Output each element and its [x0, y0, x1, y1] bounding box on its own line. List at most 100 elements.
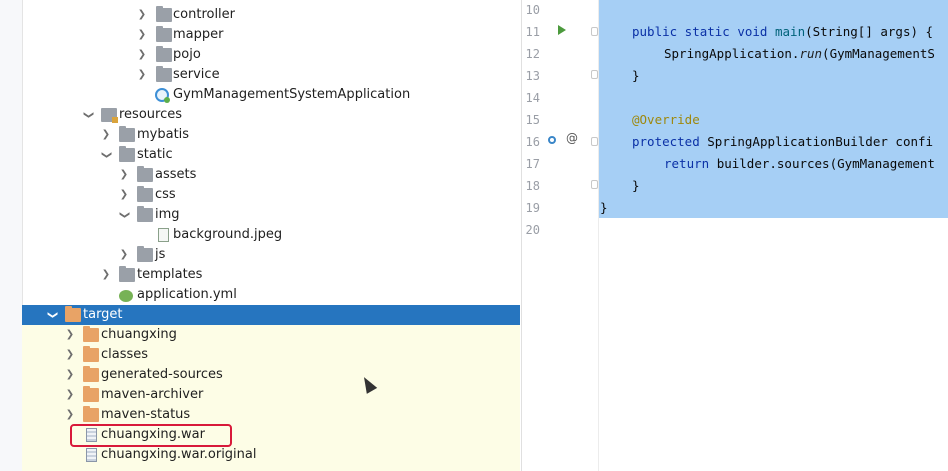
tree-item-chuangxing[interactable]: ❯ chuangxing: [22, 325, 520, 345]
folder-icon: [137, 166, 153, 182]
tree-item-maven-archiver[interactable]: ❯ maven-archiver: [22, 385, 520, 405]
code-line-19: }: [600, 200, 608, 215]
tree-item-label: js: [155, 247, 166, 262]
tree-item-maven-status[interactable]: ❯ maven-status: [22, 405, 520, 425]
annotation-icon[interactable]: @: [566, 131, 578, 145]
tree-item-service[interactable]: ❯ service: [22, 65, 520, 85]
tree-item-label: resources: [119, 107, 183, 122]
code-line-15: @Override: [632, 112, 700, 127]
line-number: 14: [525, 91, 540, 105]
tree-item-generated-sources[interactable]: ❯ generated-sources: [22, 365, 520, 385]
tree-item-img[interactable]: ❯ img: [22, 205, 520, 225]
chevron-right-icon[interactable]: ❯: [64, 385, 76, 405]
chevron-right-icon[interactable]: ❯: [136, 45, 148, 65]
code-token: (String[] args) {: [805, 24, 934, 39]
folder-icon: [137, 246, 153, 262]
code-token: SpringApplication.: [664, 46, 800, 61]
red-highlight-box: [70, 424, 232, 447]
tree-item-label: mapper: [173, 27, 224, 42]
chevron-right-icon[interactable]: ❯: [118, 185, 130, 205]
chevron-right-icon[interactable]: ❯: [64, 405, 76, 425]
tree-item-mapper[interactable]: ❯ mapper: [22, 25, 520, 45]
line-number: 19: [525, 201, 540, 215]
tree-item-label: target: [83, 307, 123, 322]
code-token: protected: [632, 134, 708, 149]
chevron-down-icon[interactable]: ❯: [42, 309, 62, 321]
code-token: run: [799, 46, 823, 61]
folder-icon: [119, 126, 135, 142]
chevron-right-icon[interactable]: ❯: [64, 365, 76, 385]
folder-icon: [137, 186, 153, 202]
code-token: main: [775, 24, 806, 39]
fold-icon[interactable]: [591, 27, 598, 36]
line-number: 16: [525, 135, 540, 149]
chevron-right-icon[interactable]: ❯: [136, 25, 148, 45]
tree-item-label: templates: [137, 267, 203, 282]
code-line-12: SpringApplication.run(GymManagementS: [664, 43, 935, 65]
chevron-down-icon[interactable]: ❯: [114, 209, 134, 221]
project-tree: ❯ controller ❯ mapper ❯ pojo ❯ service G…: [0, 0, 520, 471]
chevron-right-icon[interactable]: ❯: [64, 325, 76, 345]
folder-icon: [156, 6, 172, 22]
code-line-13: }: [632, 68, 640, 83]
tree-item-label: maven-archiver: [101, 387, 204, 402]
code-token: confi: [895, 134, 934, 149]
archive-file-icon: [86, 448, 97, 462]
tree-item-templates[interactable]: ❯ templates: [22, 265, 520, 285]
resources-folder-icon: [101, 108, 118, 123]
excluded-folder-icon: [83, 386, 99, 402]
image-file-icon: [158, 228, 169, 242]
excluded-folder-icon: [83, 366, 99, 382]
tree-item-application-yml[interactable]: application.yml: [22, 285, 520, 305]
code-token: builder.sources(GymManagement: [716, 156, 935, 171]
spring-class-icon: [155, 88, 170, 103]
folder-icon: [156, 26, 172, 42]
folder-icon: [137, 206, 153, 222]
tree-item-resources[interactable]: ❯ resources: [22, 105, 520, 125]
line-number: 17: [525, 157, 540, 171]
chevron-right-icon[interactable]: ❯: [118, 165, 130, 185]
yaml-file-icon: [119, 290, 133, 302]
tree-item-label: chuangxing.war.original: [101, 447, 257, 462]
chevron-right-icon[interactable]: ❯: [136, 65, 148, 85]
chevron-right-icon[interactable]: ❯: [100, 265, 112, 285]
code-line-17: return builder.sources(GymManagement: [664, 153, 935, 175]
tree-item-label: img: [155, 207, 180, 222]
run-icon[interactable]: [558, 25, 566, 35]
line-number: 12: [525, 47, 540, 61]
tree-item-label: assets: [155, 167, 197, 182]
fold-icon[interactable]: [591, 70, 598, 79]
tree-item-application-class[interactable]: GymManagementSystemApplication: [22, 85, 520, 105]
tree-item-chuangxing-war-original[interactable]: chuangxing.war.original: [22, 445, 520, 465]
fold-icon[interactable]: [591, 180, 598, 189]
tree-item-js[interactable]: ❯ js: [22, 245, 520, 265]
code-editor[interactable]: 10 11 12 13 14 15 16 17 18 19 20 @ publi…: [521, 0, 948, 471]
chevron-down-icon[interactable]: ❯: [96, 149, 116, 161]
tree-item-controller[interactable]: ❯ controller: [22, 5, 520, 25]
chevron-right-icon[interactable]: ❯: [136, 5, 148, 25]
chevron-down-icon[interactable]: ❯: [78, 109, 98, 121]
tree-item-background-jpeg[interactable]: background.jpeg: [22, 225, 520, 245]
tree-item-css[interactable]: ❯ css: [22, 185, 520, 205]
line-number: 13: [525, 69, 540, 83]
tree-item-static[interactable]: ❯ static: [22, 145, 520, 165]
fold-icon[interactable]: [591, 137, 598, 146]
chevron-right-icon[interactable]: ❯: [100, 125, 112, 145]
tree-item-mybatis[interactable]: ❯ mybatis: [22, 125, 520, 145]
tree-item-classes[interactable]: ❯ classes: [22, 345, 520, 365]
folder-icon: [156, 66, 172, 82]
tree-item-target[interactable]: ❯ target: [22, 305, 520, 325]
tree-item-label: pojo: [173, 47, 201, 62]
chevron-right-icon[interactable]: ❯: [118, 245, 130, 265]
tree-item-assets[interactable]: ❯ assets: [22, 165, 520, 185]
folder-icon: [119, 266, 135, 282]
chevron-right-icon[interactable]: ❯: [64, 345, 76, 365]
tree-item-pojo[interactable]: ❯ pojo: [22, 45, 520, 65]
excluded-folder-icon: [83, 326, 99, 342]
code-line-16: protected SpringApplicationBuilder confi: [632, 131, 933, 153]
tree-item-label: classes: [101, 347, 149, 362]
line-number: 10: [525, 3, 540, 17]
implements-icon[interactable]: [548, 136, 556, 144]
code-token: (GymManagementS: [822, 46, 935, 61]
folder-icon: [156, 46, 172, 62]
